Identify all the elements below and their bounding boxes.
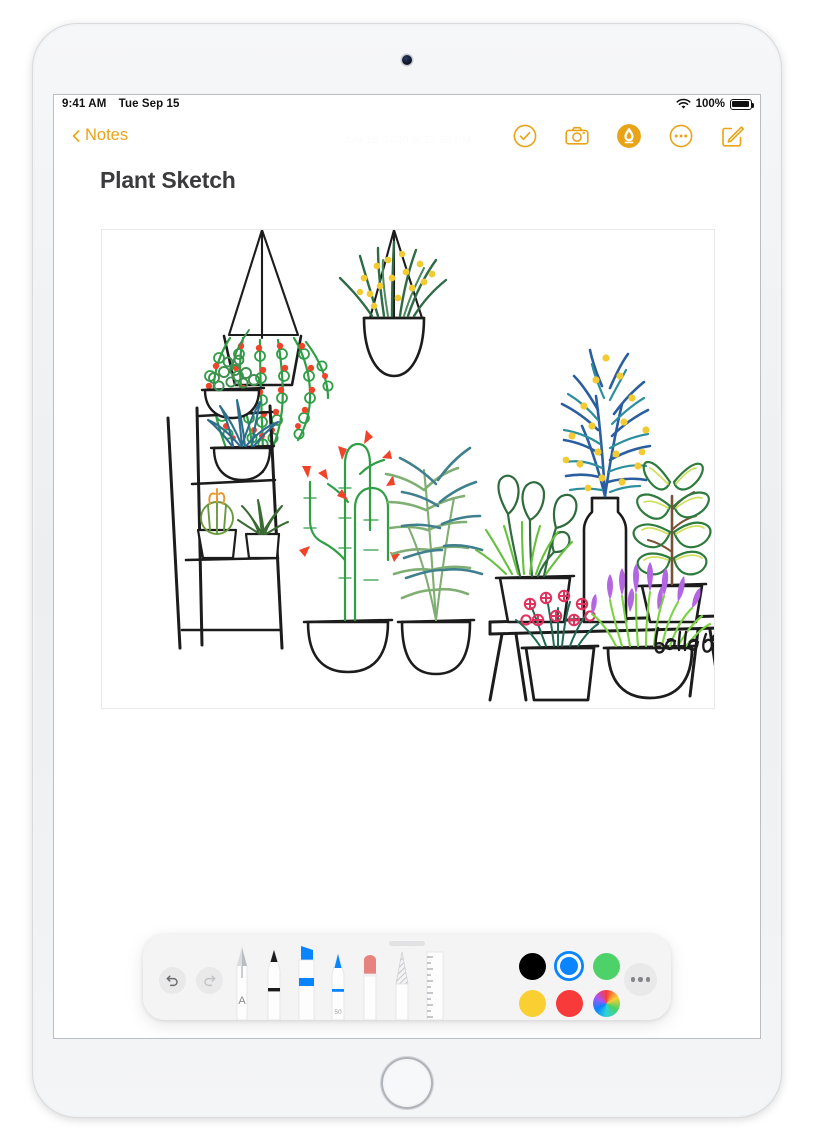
color-wheel-swatch[interactable]	[590, 987, 622, 1019]
color-wheel-dot	[592, 989, 620, 1017]
circle-check-icon[interactable]	[512, 123, 538, 149]
circle-ellipsis-icon[interactable]	[668, 123, 694, 149]
markup-pen-icon[interactable]	[616, 123, 642, 149]
ladder-shelf	[166, 329, 289, 650]
color-black-dot	[518, 952, 546, 980]
pencil-tool[interactable]	[260, 944, 288, 1020]
status-bar-right: 100%	[676, 98, 755, 110]
redo-arrow-icon	[204, 975, 216, 987]
wifi-icon	[676, 98, 691, 109]
eraser-tool[interactable]	[356, 944, 384, 1020]
compose-square-icon[interactable]	[720, 123, 746, 149]
status-date: Tue Sep 15	[118, 98, 180, 110]
plant-sketch-drawing	[166, 230, 714, 702]
pen-size-label: 50	[334, 1009, 342, 1016]
redo-button[interactable]	[196, 967, 223, 994]
ruler-tool[interactable]	[420, 944, 448, 1020]
ellipsis-dot	[631, 977, 636, 982]
status-bar-left: 9:41 AM Tue Sep 15	[62, 98, 180, 110]
camera-icon[interactable]	[564, 123, 590, 149]
color-red-dot	[555, 989, 583, 1017]
ellipsis-dot	[638, 977, 643, 982]
nav-toolbar	[512, 123, 746, 149]
color-green-dot	[592, 952, 620, 980]
markup-more-button[interactable]	[624, 963, 657, 996]
battery-percent: 100%	[695, 98, 725, 110]
color-yellow-dot	[518, 989, 546, 1017]
markup-toolbar: A 50	[143, 934, 671, 1020]
undo-button[interactable]	[159, 967, 186, 994]
bamboo-plant	[384, 446, 484, 676]
hanging-planter-yellow	[338, 230, 448, 378]
battery-full-icon	[730, 98, 755, 110]
ellipsis-dot	[645, 977, 650, 982]
ipad-screen: 9:41 AM Tue Sep 15 100% Notes July 16, 2…	[54, 95, 760, 1038]
nav-bar: Notes July 16, 2020 at 12:38 PM	[54, 117, 760, 163]
color-swatches	[516, 950, 622, 1019]
text-pen-label: A	[238, 995, 246, 1007]
color-green-swatch[interactable]	[590, 950, 622, 982]
undo-redo-group	[159, 967, 223, 994]
color-black-swatch[interactable]	[516, 950, 548, 982]
color-yellow-swatch[interactable]	[516, 987, 548, 1019]
color-blue-dot	[560, 957, 578, 975]
sketch-canvas[interactable]	[101, 229, 715, 709]
cactus-plant	[299, 430, 400, 674]
highlighter-tool[interactable]	[292, 944, 320, 1020]
drawing-tools: A 50	[228, 944, 448, 1020]
home-button-inner	[385, 1061, 429, 1105]
lasso-tool[interactable]	[388, 944, 416, 1020]
color-blue-swatch[interactable]	[553, 950, 585, 982]
color-red-swatch[interactable]	[553, 987, 585, 1019]
pen-tool[interactable]: 50	[324, 944, 352, 1020]
undo-arrow-icon	[166, 975, 178, 987]
front-camera-icon	[402, 55, 412, 65]
status-bar: 9:41 AM Tue Sep 15 100%	[54, 95, 760, 117]
page-title: Plant Sketch	[100, 167, 236, 193]
ipad-device: 9:41 AM Tue Sep 15 100% Notes July 16, 2…	[0, 0, 814, 1141]
text-pen-tool[interactable]: A	[228, 944, 256, 1020]
signature	[654, 626, 714, 654]
status-time: 9:41 AM	[62, 98, 107, 110]
